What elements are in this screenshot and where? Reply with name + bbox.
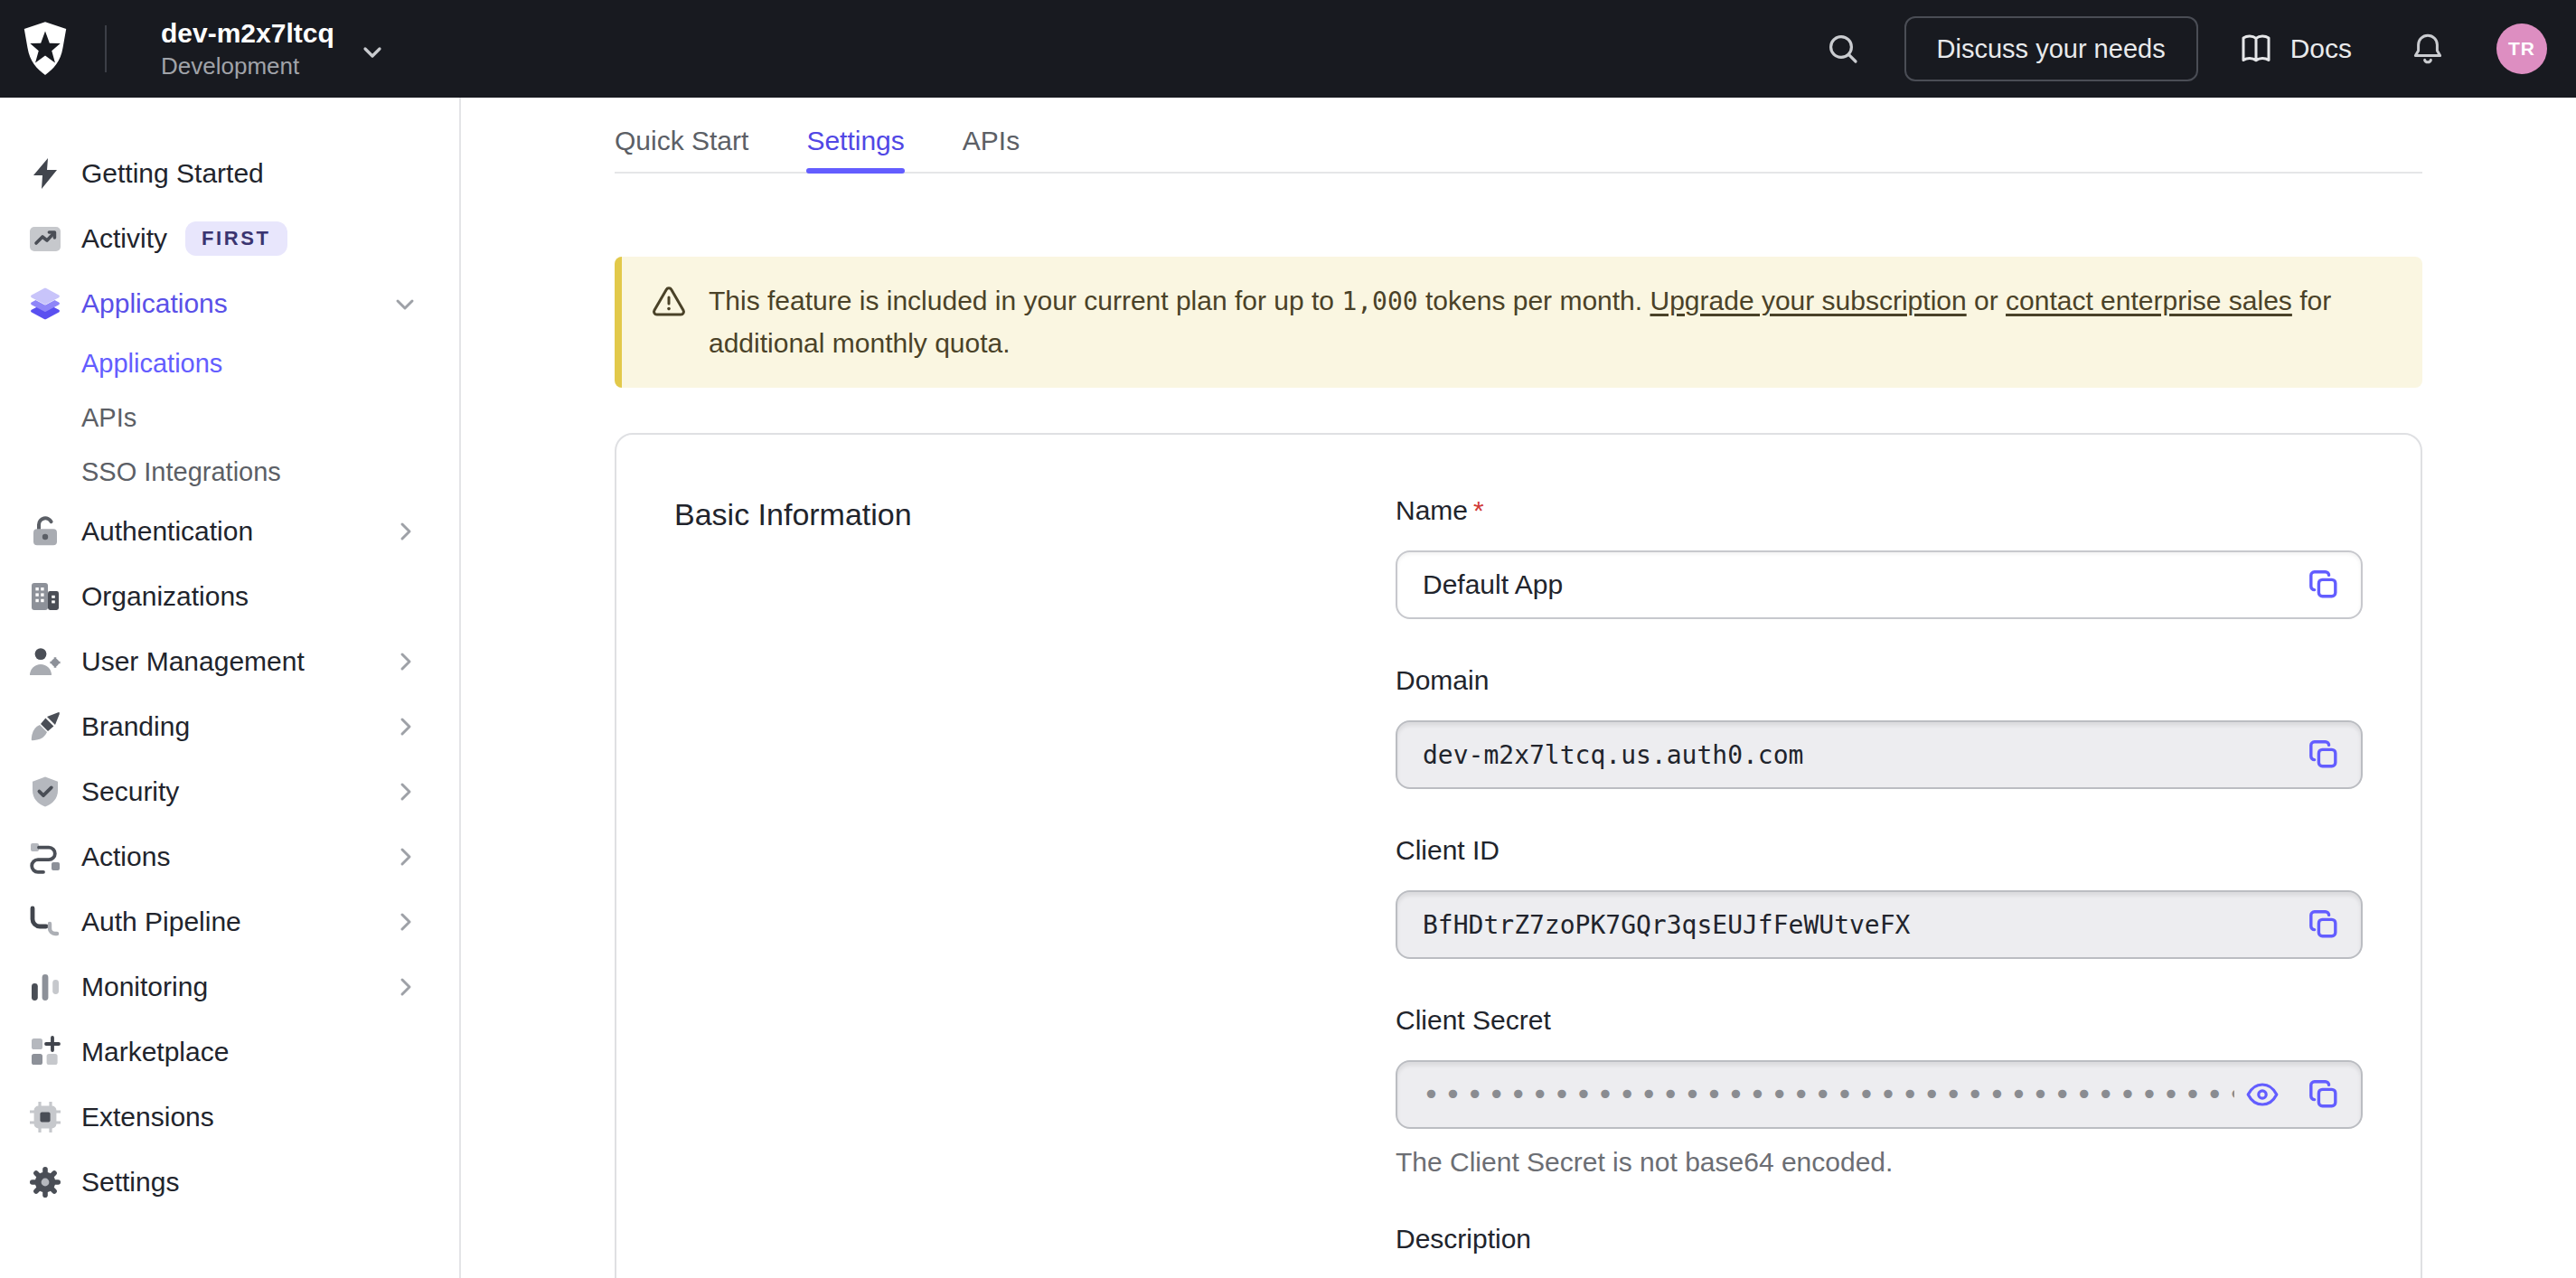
name-input[interactable]: Default App	[1396, 550, 2363, 619]
client-secret-helper: The Client Secret is not base64 encoded.	[1396, 1147, 2363, 1178]
sidebar-subitem-applications[interactable]: Applications	[0, 336, 459, 390]
sidebar-subitem-sso-integrations[interactable]: SSO Integrations	[0, 445, 459, 499]
activity-chart-icon	[25, 219, 65, 258]
chip-icon	[25, 1097, 65, 1137]
tenant-environment: Development	[161, 52, 334, 80]
description-field: Description	[1396, 1221, 2363, 1257]
copy-icon[interactable]	[2308, 569, 2339, 600]
eye-icon[interactable]	[2245, 1077, 2280, 1112]
layers-icon	[25, 284, 65, 324]
main-content: Quick Start Settings APIs This feature i…	[461, 98, 2576, 1278]
divider	[105, 25, 107, 72]
chevron-right-icon	[394, 651, 416, 672]
name-field: Name* Default App	[1396, 493, 2363, 619]
sidebar-item-auth-pipeline[interactable]: Auth Pipeline	[0, 889, 459, 954]
chevron-right-icon	[394, 976, 416, 998]
sidebar-item-extensions[interactable]: Extensions	[0, 1085, 459, 1150]
sidebar-item-authentication[interactable]: Authentication	[0, 499, 459, 564]
client-secret-input[interactable]: ••••••••••••••••••••••••••••••••••••••••…	[1396, 1060, 2363, 1129]
required-asterisk: *	[1473, 495, 1484, 525]
chevron-right-icon	[394, 781, 416, 803]
docs-link[interactable]: Docs	[2238, 31, 2352, 67]
discuss-your-needs-button[interactable]: Discuss your needs	[1904, 16, 2198, 81]
contact-enterprise-sales-link[interactable]: contact enterprise sales	[2006, 286, 2292, 315]
auth0-logo[interactable]	[22, 22, 69, 76]
client-id-field: Client ID BfHDtrZ7zoPK7GQr3qsEUJfFeWUtve…	[1396, 832, 2363, 959]
shield-check-icon	[25, 772, 65, 812]
sidebar-item-security[interactable]: Security	[0, 759, 459, 824]
copy-icon[interactable]	[2308, 1079, 2339, 1110]
sidebar-subitem-apis[interactable]: APIs	[0, 390, 459, 445]
lock-open-icon	[25, 512, 65, 551]
chevron-right-icon	[394, 911, 416, 933]
upgrade-subscription-link[interactable]: Upgrade your subscription	[1650, 286, 1966, 315]
copy-icon[interactable]	[2308, 909, 2339, 940]
paintbrush-icon	[25, 707, 65, 747]
chevron-down-icon	[360, 40, 385, 65]
avatar[interactable]: TR	[2496, 23, 2547, 74]
tab-bar: Quick Start Settings APIs	[615, 98, 2422, 174]
domain-field: Domain dev-m2x7ltcq.us.auth0.com	[1396, 662, 2363, 789]
quota-value: 1,000	[1341, 287, 1417, 316]
bar-chart-icon	[25, 967, 65, 1007]
warning-triangle-icon	[651, 284, 687, 320]
user-gear-icon	[25, 642, 65, 681]
quota-warning-banner: This feature is included in your current…	[615, 257, 2422, 388]
book-icon	[2238, 31, 2274, 67]
gear-icon	[25, 1162, 65, 1202]
pipeline-icon	[25, 902, 65, 942]
building-icon	[25, 577, 65, 616]
sidebar-item-settings[interactable]: Settings	[0, 1150, 459, 1215]
sidebar-item-branding[interactable]: Branding	[0, 694, 459, 759]
sidebar-item-getting-started[interactable]: Getting Started	[0, 141, 459, 206]
flow-icon	[25, 837, 65, 877]
basic-information-card: Basic Information Name* Default App	[615, 433, 2422, 1278]
tenant-name: dev-m2x7ltcq	[161, 17, 334, 50]
sidebar-item-organizations[interactable]: Organizations	[0, 564, 459, 629]
topbar: dev-m2x7ltcq Development Discuss your ne…	[0, 0, 2576, 98]
sidebar-item-applications[interactable]: Applications	[0, 271, 459, 336]
section-title: Basic Information	[674, 493, 1396, 536]
banner-text: This feature is included in your current…	[709, 280, 2393, 364]
sidebar: Getting Started Activity FIRST	[0, 98, 461, 1278]
tab-settings[interactable]: Settings	[806, 123, 904, 172]
name-label: Name*	[1396, 493, 2363, 529]
tenant-switcher[interactable]: dev-m2x7ltcq Development	[161, 17, 385, 80]
search-icon[interactable]	[1825, 31, 1861, 67]
domain-input[interactable]: dev-m2x7ltcq.us.auth0.com	[1396, 720, 2363, 789]
chevron-right-icon	[394, 521, 416, 542]
client-secret-label: Client Secret	[1396, 1002, 2363, 1038]
chevron-right-icon	[394, 716, 416, 738]
tab-quick-start[interactable]: Quick Start	[615, 123, 748, 172]
tab-apis[interactable]: APIs	[963, 123, 1020, 172]
marketplace-grid-icon	[25, 1032, 65, 1072]
chevron-up-icon	[394, 293, 416, 315]
copy-icon[interactable]	[2308, 739, 2339, 770]
domain-label: Domain	[1396, 662, 2363, 699]
client-id-label: Client ID	[1396, 832, 2363, 869]
auth0-dashboard: dev-m2x7ltcq Development Discuss your ne…	[0, 0, 2576, 1278]
masked-secret: ••••••••••••••••••••••••••••••••••••••••…	[1423, 1077, 2234, 1112]
client-secret-field: Client Secret ••••••••••••••••••••••••••…	[1396, 1002, 2363, 1178]
sidebar-item-marketplace[interactable]: Marketplace	[0, 1020, 459, 1085]
client-id-input[interactable]: BfHDtrZ7zoPK7GQr3qsEUJfFeWUtveFX	[1396, 890, 2363, 959]
sidebar-item-actions[interactable]: Actions	[0, 824, 459, 889]
bolt-icon	[25, 154, 65, 193]
chevron-right-icon	[394, 846, 416, 868]
sidebar-item-user-management[interactable]: User Management	[0, 629, 459, 694]
sidebar-item-activity[interactable]: Activity FIRST	[0, 206, 459, 271]
description-label: Description	[1396, 1221, 2363, 1257]
sidebar-item-monitoring[interactable]: Monitoring	[0, 954, 459, 1020]
first-badge: FIRST	[185, 221, 287, 256]
notifications-bell-icon[interactable]	[2410, 31, 2446, 67]
